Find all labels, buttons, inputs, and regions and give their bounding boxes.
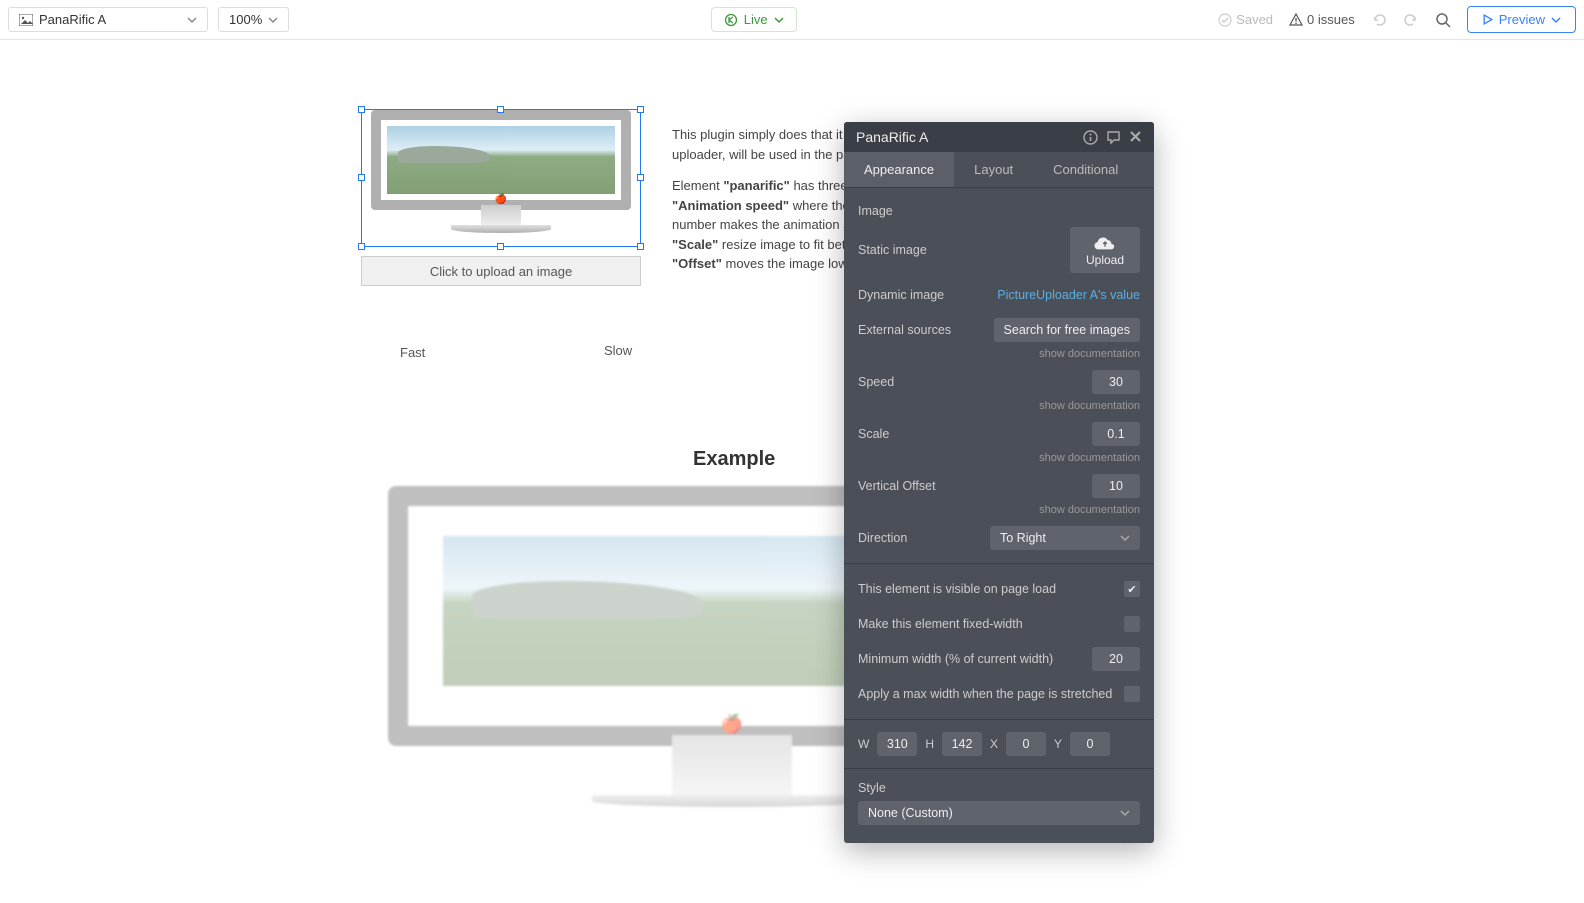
element-selector[interactable]: PanaRific A <box>8 7 208 32</box>
show-documentation-link[interactable]: show documentation <box>858 452 1140 464</box>
dynamic-image-value[interactable]: PictureUploader A's value <box>997 288 1140 302</box>
info-icon[interactable] <box>1083 130 1098 145</box>
comment-icon[interactable] <box>1106 130 1121 145</box>
dimensions-row: W H X Y <box>858 732 1140 756</box>
tab-conditional[interactable]: Conditional <box>1033 152 1138 187</box>
editor-canvas[interactable]: 🍎 Click to upload an image This plugin s… <box>0 40 1584 903</box>
preview-label: Preview <box>1499 12 1545 27</box>
visible-on-load-checkbox[interactable] <box>1124 581 1140 597</box>
image-section-label: Image <box>858 204 1140 218</box>
close-icon[interactable] <box>1129 130 1142 145</box>
x-input[interactable] <box>1006 732 1046 756</box>
chevron-down-icon <box>1120 533 1130 543</box>
panel-header[interactable]: PanaRific A <box>844 122 1154 152</box>
issues-button[interactable]: 0 issues <box>1289 12 1355 27</box>
resize-handle[interactable] <box>358 243 365 250</box>
width-label: W <box>858 737 869 751</box>
style-value: None (Custom) <box>868 806 953 820</box>
zoom-selector[interactable]: 100% <box>218 7 289 32</box>
fast-label: Fast <box>400 345 425 360</box>
zoom-value: 100% <box>229 12 262 27</box>
check-circle-icon <box>1218 13 1232 27</box>
show-documentation-link[interactable]: show documentation <box>858 400 1140 412</box>
height-label: H <box>925 737 934 751</box>
upload-image-button[interactable]: Click to upload an image <box>361 256 641 286</box>
width-input[interactable] <box>877 732 917 756</box>
max-width-checkbox[interactable] <box>1124 686 1140 702</box>
selected-element-panarific[interactable]: 🍎 <box>361 109 641 247</box>
panel-title: PanaRific A <box>856 129 928 145</box>
top-toolbar: PanaRific A 100% Live Saved 0 issues Pre… <box>0 0 1584 40</box>
style-label: Style <box>858 781 1140 795</box>
live-icon <box>724 13 738 27</box>
resize-handle[interactable] <box>637 106 644 113</box>
resize-handle[interactable] <box>637 243 644 250</box>
x-label: X <box>990 737 998 751</box>
redo-button[interactable] <box>1403 12 1419 28</box>
chevron-down-icon <box>1120 808 1130 818</box>
chevron-down-icon <box>187 15 197 25</box>
show-documentation-link[interactable]: show documentation <box>858 504 1140 516</box>
monitor-mockup-small: 🍎 <box>362 110 640 246</box>
upload-button[interactable]: Upload <box>1070 227 1140 273</box>
visible-on-load-label: This element is visible on page load <box>858 582 1056 596</box>
resize-handle[interactable] <box>497 243 504 250</box>
resize-handle[interactable] <box>637 174 644 181</box>
search-free-images-button[interactable]: Search for free images <box>994 318 1140 342</box>
speed-input[interactable] <box>1092 370 1140 394</box>
undo-button[interactable] <box>1371 12 1387 28</box>
example-heading: Example <box>693 448 775 471</box>
cloud-upload-icon <box>1094 233 1116 251</box>
min-width-input[interactable] <box>1092 647 1140 671</box>
chevron-down-icon <box>774 15 784 25</box>
fixed-width-label: Make this element fixed-width <box>858 617 1023 631</box>
tab-appearance[interactable]: Appearance <box>844 152 954 187</box>
live-label: Live <box>744 12 768 27</box>
max-width-label: Apply a max width when the page is stret… <box>858 687 1112 701</box>
upload-btn-label: Click to upload an image <box>430 264 572 279</box>
fixed-width-checkbox[interactable] <box>1124 616 1140 632</box>
resize-handle[interactable] <box>358 106 365 113</box>
saved-label: Saved <box>1236 12 1273 27</box>
y-input[interactable] <box>1070 732 1110 756</box>
preview-button[interactable]: Preview <box>1467 6 1576 33</box>
search-button[interactable] <box>1435 12 1451 28</box>
static-image-label: Static image <box>858 243 927 257</box>
resize-handle[interactable] <box>358 174 365 181</box>
dynamic-image-label: Dynamic image <box>858 288 944 302</box>
scale-input[interactable] <box>1092 422 1140 446</box>
y-label: Y <box>1054 737 1062 751</box>
play-icon <box>1482 14 1493 25</box>
panel-tabs: Appearance Layout Conditional <box>844 152 1154 188</box>
vertical-offset-input[interactable] <box>1092 474 1140 498</box>
saved-status: Saved <box>1218 12 1273 27</box>
live-dropdown[interactable]: Live <box>711 7 797 32</box>
element-name: PanaRific A <box>39 12 106 27</box>
upload-label: Upload <box>1086 253 1124 267</box>
vertical-offset-label: Vertical Offset <box>858 479 936 493</box>
resize-handle[interactable] <box>497 106 504 113</box>
apple-logo-icon: 🍎 <box>495 194 507 205</box>
min-width-label: Minimum width (% of current width) <box>858 652 1053 666</box>
direction-label: Direction <box>858 531 907 545</box>
tab-layout[interactable]: Layout <box>954 152 1033 187</box>
chevron-down-icon <box>1551 15 1561 25</box>
image-icon <box>19 14 33 26</box>
speed-label: Speed <box>858 375 894 389</box>
show-documentation-link[interactable]: show documentation <box>858 348 1140 360</box>
issues-count: 0 issues <box>1307 12 1355 27</box>
property-editor-panel: PanaRific A Appearance Layout Conditiona… <box>844 122 1154 843</box>
style-select[interactable]: None (Custom) <box>858 801 1140 825</box>
warning-icon <box>1289 13 1303 27</box>
direction-select[interactable]: To Right <box>990 526 1140 550</box>
chevron-down-icon <box>268 15 278 25</box>
scale-label: Scale <box>858 427 889 441</box>
direction-value: To Right <box>1000 531 1046 545</box>
slow-label: Slow <box>604 343 632 358</box>
external-sources-label: External sources <box>858 323 951 337</box>
height-input[interactable] <box>942 732 982 756</box>
